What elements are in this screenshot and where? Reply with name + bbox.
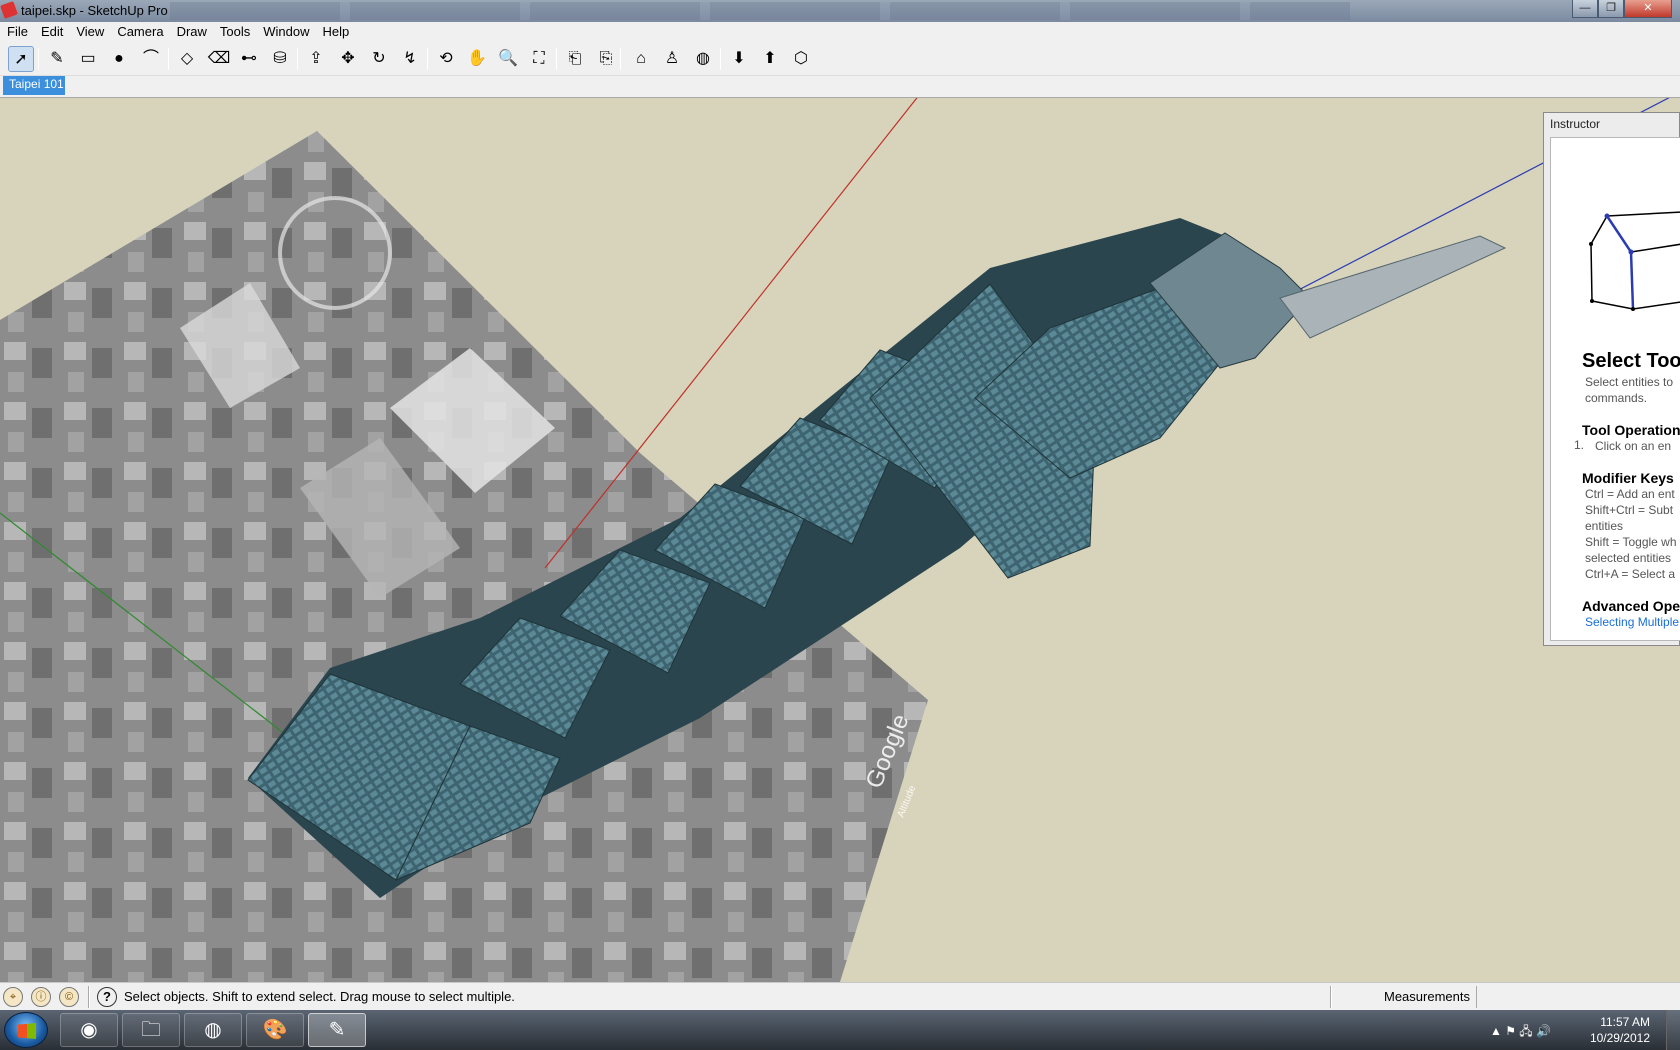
tape-measure-tool[interactable]: ⊷ [236,46,262,72]
minimize-button[interactable]: — [1572,0,1598,18]
menu-tools[interactable]: Tools [213,22,256,39]
menu-file[interactable]: File [0,22,34,39]
modifier-key-line: selected entities [1585,551,1672,565]
tower-spire[interactable] [1279,235,1507,339]
previous-view-tool[interactable]: ⎗ [562,46,588,72]
chrome-taskbar-button[interactable]: ◉ [60,1013,118,1047]
instructor-content: Select Tool Select entities to commands.… [1550,137,1680,641]
help-icon[interactable]: ? [97,987,117,1007]
zoom-extents-tool[interactable]: ⛶ [526,46,552,72]
eraser-tool[interactable]: ⌫ [206,46,232,72]
modifier-key-line: entities [1585,519,1624,533]
start-button[interactable] [4,1012,48,1048]
credits-icon[interactable]: ⓘ [31,987,51,1007]
select-tool[interactable]: ➚ [8,46,34,72]
paint-bucket-tool[interactable]: ⛁ [267,46,293,72]
clock-time: 11:57 AM [1600,1015,1650,1029]
tool-operation-heading: Tool Operation [1582,422,1680,438]
toolbar-separator [168,48,169,70]
model-viewport[interactable]: Google Altitude [0,98,1680,982]
measurements-label: Measurements [1384,989,1470,1004]
modifier-key-line: Ctrl = Add an ent [1585,487,1675,501]
move-tool[interactable]: ✥ [335,46,361,72]
windows-logo-icon [18,1023,36,1039]
window-title: taipei.skp - SketchUp Pro [21,3,168,18]
rectangle-tool[interactable]: ▭ [75,46,101,72]
status-divider [88,986,90,1008]
next-view-tool[interactable]: ⎘ [593,46,619,72]
scene-tab-taipei-101[interactable]: Taipei 101 [3,76,65,95]
modifier-keys-heading: Modifier Keys [1582,470,1674,486]
google-earth-tool[interactable]: ◍ [690,46,716,72]
viewport-canvas[interactable]: Google Altitude [0,98,1680,982]
instructor-heading: Select Tool [1582,350,1680,372]
menu-help[interactable]: Help [316,22,356,39]
menu-edit[interactable]: Edit [34,22,69,39]
toolbar-separator [38,48,39,70]
clock-date: 10/29/2012 [1589,1031,1650,1045]
show-desktop-button[interactable] [1666,1010,1680,1050]
google-earth-taskbar-button[interactable]: ◍ [184,1013,242,1047]
add-location-tool[interactable]: ⌂ [628,46,654,72]
instructor-description-line-1: Select entities to [1585,375,1674,389]
advanced-operations-heading: Advanced Ope [1582,598,1680,614]
get-models-tool[interactable]: ⬇ [726,46,752,72]
background-window-tabs [170,2,1350,20]
sketchup-app-icon [0,1,18,19]
arc-tool[interactable]: ⌒ [138,46,164,72]
sketchup-taskbar-button[interactable]: ✎ [308,1013,366,1047]
taskbar-clock[interactable]: 11:57 AM 10/29/2012 [1582,1014,1650,1046]
status-divider [1330,986,1332,1008]
paint-taskbar-button[interactable]: 🎨 [246,1013,304,1047]
selecting-multiple-link[interactable]: Selecting Multiple [1585,615,1679,629]
zoom-tool[interactable]: 🔍 [495,46,521,72]
main-toolbar: ➚ ✎ ▭ ● ⌒ ◇ ⌫ ⊷ ⛁ ⇪ ✥ ↻ ↯ ⟲ ✋ 🔍 ⛶ ⎗ ⎘ ⌂ ♙ ◍ ⬇ ⬆ ⬡ [0,42,1680,76]
maximize-button[interactable]: ❐ [1598,0,1624,18]
system-tray-icons[interactable]: ▲ ⚑ 🖧 🔊 [1490,1022,1551,1043]
menu-bar: File Edit View Camera Draw Tools Window Help [0,22,1680,42]
operation-step-text: Click on an en [1595,439,1672,453]
push-pull-tool[interactable]: ⇪ [303,46,329,72]
modifier-key-line: Ctrl+A = Select a [1585,567,1676,581]
menu-window[interactable]: Window [256,22,315,39]
scene-tabs-bar: Taipei 101 [0,76,1680,98]
menu-view[interactable]: View [69,22,110,39]
close-button[interactable]: ✕ [1624,0,1672,18]
menu-draw[interactable]: Draw [170,22,213,39]
share-model-tool[interactable]: ⬆ [757,46,783,72]
toolbar-separator [720,48,721,70]
title-bar: taipei.skp - SketchUp Pro — ❐ ✕ [0,0,1680,22]
instructor-description-line-2: commands. [1585,391,1648,405]
share-component-tool[interactable]: ⬡ [788,46,814,72]
pencil-tool[interactable]: ✎ [44,46,70,72]
rotate-tool[interactable]: ↻ [366,46,392,72]
toolbar-separator [556,48,557,70]
orbit-tool[interactable]: ⟲ [433,46,459,72]
toolbar-separator [427,48,428,70]
geo-location-icon[interactable]: ⌖ [3,987,23,1007]
copyright-icon[interactable]: © [59,987,79,1007]
instructor-panel-title: Instructor [1550,117,1601,131]
menu-camera[interactable]: Camera [110,22,169,39]
circle-tool[interactable]: ● [106,46,132,72]
make-component-tool[interactable]: ◇ [174,46,200,72]
status-bar: ⌖ ⓘ © ? Select objects. Shift to extend … [0,982,1680,1010]
pan-tool[interactable]: ✋ [464,46,490,72]
modifier-key-line: Shift+Ctrl = Subt [1585,503,1674,517]
windows-taskbar: ▲ ⚑ 🖧 🔊 11:57 AM 10/29/2012 ◉ 🗀 ◍ 🎨 ✎ [0,1010,1680,1050]
position-camera-tool[interactable]: ♙ [659,46,685,72]
explorer-taskbar-button[interactable]: 🗀 [122,1013,180,1047]
toolbar-separator [620,48,621,70]
house-illustration [1589,211,1680,311]
toolbar-separator [297,48,298,70]
measurements-input[interactable] [1476,986,1678,1008]
operation-step-number: 1. [1574,438,1585,452]
modifier-key-line: Shift = Toggle wh [1585,535,1677,549]
instructor-panel[interactable]: Instructor Select Tool Select entities t… [1543,112,1680,646]
status-message: Select objects. Shift to extend select. … [124,989,515,1004]
follow-me-tool[interactable]: ↯ [397,46,423,72]
